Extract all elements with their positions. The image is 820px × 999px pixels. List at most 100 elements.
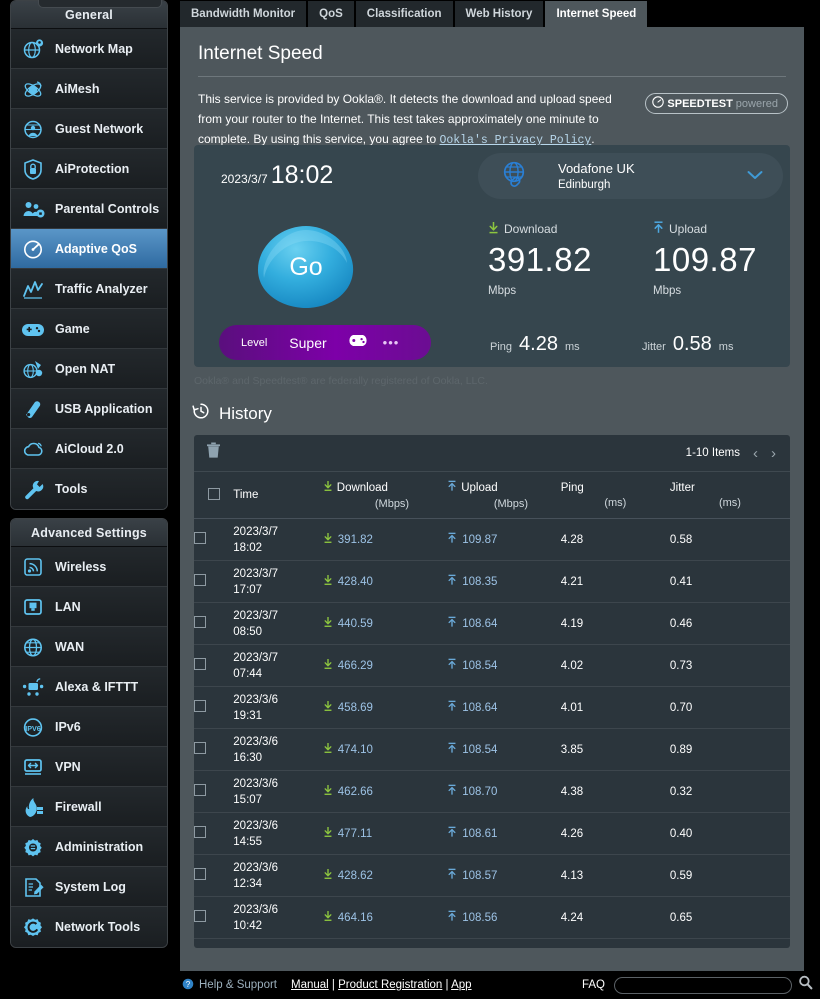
col-jitter[interactable]: Jitter (ms) — [669, 472, 790, 519]
row-jitter-value: 0.32 — [669, 785, 693, 798]
tab-internet-speed[interactable]: Internet Speed — [545, 1, 650, 27]
parental-controls-icon — [20, 196, 48, 222]
select-all-checkbox[interactable] — [207, 487, 220, 500]
sidebar-item-traffic-analyzer[interactable]: Traffic Analyzer — [11, 269, 167, 309]
table-row[interactable]: 2023/3/6 10:42 464.16 108.56 4.24 0.65 — [194, 896, 790, 939]
row-ping-value: 4.28 — [560, 533, 584, 546]
row-ping-value: 3.85 — [560, 743, 584, 756]
row-download-value: 440.59 — [337, 617, 373, 630]
cell-upload: 108.35 — [447, 560, 561, 603]
sidebar-item-guest-network[interactable]: Guest Network — [11, 109, 167, 149]
ping-label: Ping — [490, 341, 513, 353]
level-more-button[interactable]: ••• — [383, 335, 400, 350]
sidebar-item-alexa-ifttt[interactable]: Alexa & IFTTT — [11, 667, 167, 707]
row-select-cell — [194, 770, 234, 813]
row-download-arrow-icon — [323, 658, 333, 673]
go-button[interactable]: Go — [254, 223, 358, 311]
sidebar-advanced-header: Advanced Settings — [11, 519, 167, 547]
manual-link[interactable]: Manual — [291, 979, 329, 991]
speedtest-powered-badge: SPEEDTEST powered — [645, 93, 788, 114]
tab-qos[interactable]: QoS — [308, 1, 356, 27]
chevron-down-icon[interactable] — [747, 167, 763, 185]
row-upload-value: 109.87 — [462, 533, 498, 546]
sidebar-item-network-map[interactable]: Network Map — [11, 29, 167, 69]
sidebar-item-administration[interactable]: Administration — [11, 827, 167, 867]
pager-next-button[interactable]: › — [771, 445, 776, 462]
col-upload-arrow-icon — [447, 480, 457, 495]
row-checkbox[interactable] — [194, 910, 206, 922]
table-row[interactable]: 2023/3/6 15:07 462.66 108.70 4.38 0.32 — [194, 770, 790, 813]
sidebar-item-adaptive-qos[interactable]: Adaptive QoS — [11, 229, 167, 269]
row-checkbox[interactable] — [194, 532, 206, 544]
svg-text:?: ? — [186, 980, 191, 989]
pager-prev-button[interactable]: ‹ — [753, 445, 758, 462]
sidebar-item-aimesh[interactable]: AiMesh — [11, 69, 167, 109]
tab-classification[interactable]: Classification — [355, 1, 455, 27]
cell-ping: 4.21 — [560, 560, 670, 603]
gamepad-badge-icon — [347, 333, 369, 353]
table-row[interactable]: 2023/3/6 14:55 477.11 108.61 4.26 0.40 — [194, 812, 790, 855]
table-row[interactable]: 2023/3/7 08:50 440.59 108.64 4.19 0.46 — [194, 602, 790, 645]
app-link[interactable]: App — [451, 979, 471, 991]
col-ping[interactable]: Ping (ms) — [560, 472, 670, 519]
history-table: Time Download (Mbps) Upload (Mbps) Ping … — [194, 472, 790, 939]
sidebar-item-ipv6[interactable]: IPV6 IPv6 — [11, 707, 167, 747]
row-checkbox[interactable] — [194, 742, 206, 754]
row-time: 17:07 — [233, 583, 263, 596]
sidebar-item-label: LAN — [55, 599, 81, 614]
row-checkbox[interactable] — [194, 574, 206, 586]
row-checkbox[interactable] — [194, 784, 206, 796]
table-row[interactable]: 2023/3/6 12:34 428.62 108.57 4.13 0.59 — [194, 854, 790, 897]
row-upload-value: 108.64 — [462, 617, 498, 630]
sidebar-item-lan[interactable]: LAN — [11, 587, 167, 627]
tab-bandwidth-monitor[interactable]: Bandwidth Monitor — [180, 1, 309, 27]
sidebar-item-aicloud-2-0[interactable]: AiCloud 2.0 — [11, 429, 167, 469]
history-toolbar: 1-10 Items ‹ › — [194, 435, 790, 472]
server-selector[interactable]: Vodafone UK Edinburgh — [478, 153, 783, 199]
jitter-value: 0.58 — [672, 333, 712, 355]
sidebar-item-label: IPv6 — [55, 719, 81, 734]
row-checkbox[interactable] — [194, 826, 206, 838]
col-download[interactable]: Download (Mbps) — [322, 472, 448, 519]
table-row[interactable]: 2023/3/7 17:07 428.40 108.35 4.21 0.41 — [194, 560, 790, 603]
row-download-arrow-icon — [323, 532, 333, 547]
table-row[interactable]: 2023/3/6 16:30 474.10 108.54 3.85 0.89 — [194, 728, 790, 771]
faq-search-input[interactable] — [614, 976, 792, 994]
delete-icon[interactable] — [206, 442, 221, 464]
row-checkbox[interactable] — [194, 868, 206, 880]
col-time[interactable]: Time — [233, 472, 323, 519]
table-row[interactable]: 2023/3/6 19:31 458.69 108.64 4.01 0.70 — [194, 686, 790, 729]
sidebar-item-open-nat[interactable]: Open NAT — [11, 349, 167, 389]
download-unit: Mbps — [488, 285, 517, 297]
table-row[interactable]: 2023/3/7 07:44 466.29 108.54 4.02 0.73 — [194, 644, 790, 687]
sidebar-item-system-log[interactable]: System Log — [11, 867, 167, 907]
sidebar-item-network-tools[interactable]: Network Tools — [11, 907, 167, 947]
sidebar-item-aiprotection[interactable]: AiProtection — [11, 149, 167, 189]
col-upload[interactable]: Upload (Mbps) — [447, 472, 561, 519]
sidebar-item-label: System Log — [55, 879, 126, 894]
row-jitter-value: 0.89 — [669, 743, 693, 756]
administration-gear-icon — [20, 834, 48, 860]
sidebar-item-tools[interactable]: Tools — [11, 469, 167, 509]
tab-web-history[interactable]: Web History — [454, 1, 546, 27]
sidebar-item-vpn[interactable]: VPN — [11, 747, 167, 787]
sidebar-item-wan[interactable]: WAN — [11, 627, 167, 667]
cell-download: 428.40 — [322, 560, 448, 603]
search-icon[interactable] — [797, 974, 814, 996]
product-registration-link[interactable]: Product Registration — [338, 979, 442, 991]
download-value: 391.82 — [488, 241, 592, 278]
row-checkbox[interactable] — [194, 700, 206, 712]
ping-value: 4.28 — [519, 333, 558, 355]
sidebar-item-usb-application[interactable]: USB Application — [11, 389, 167, 429]
row-checkbox[interactable] — [194, 658, 206, 670]
cell-ping: 4.01 — [560, 686, 670, 729]
row-select-cell — [194, 644, 234, 687]
sidebar-item-game[interactable]: Game — [11, 309, 167, 349]
sidebar-item-firewall[interactable]: Firewall — [11, 787, 167, 827]
sidebar-item-parental-controls[interactable]: Parental Controls — [11, 189, 167, 229]
table-row[interactable]: 2023/3/7 18:02 391.82 109.87 4.28 0.58 — [194, 518, 790, 561]
help-support[interactable]: ? Help & Support — [182, 978, 277, 993]
sidebar-item-wireless[interactable]: Wireless — [11, 547, 167, 587]
game-level-badge[interactable]: Level Super ••• — [219, 325, 431, 360]
row-checkbox[interactable] — [194, 616, 206, 628]
